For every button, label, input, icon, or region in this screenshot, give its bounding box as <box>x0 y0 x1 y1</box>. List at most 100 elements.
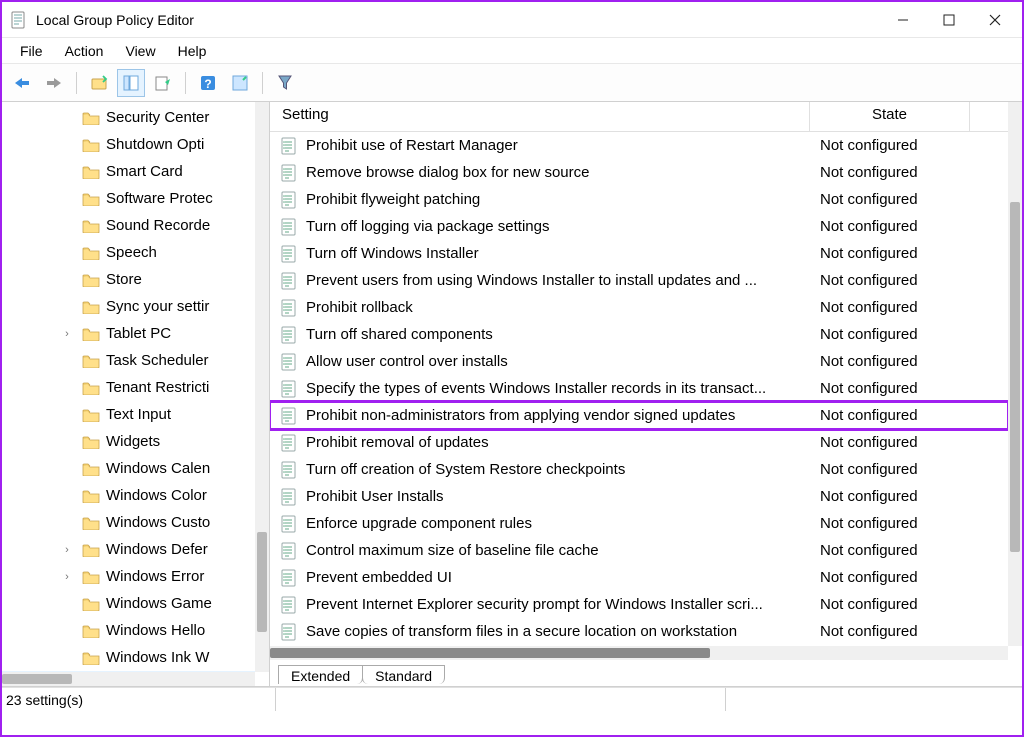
setting-row[interactable]: Prohibit non-administrators from applyin… <box>270 402 1008 429</box>
setting-row[interactable]: Prohibit rollbackNot configured <box>270 294 1008 321</box>
export-button[interactable] <box>149 69 177 97</box>
tree-item[interactable]: Windows Ink W <box>2 644 255 671</box>
setting-row[interactable]: Specify the types of events Windows Inst… <box>270 375 1008 402</box>
folder-icon <box>82 273 100 287</box>
setting-row[interactable]: Control maximum size of baseline file ca… <box>270 537 1008 564</box>
setting-icon <box>280 407 298 425</box>
folder-icon <box>82 435 100 449</box>
filter-button[interactable] <box>271 69 299 97</box>
state-label: Not configured <box>816 164 976 181</box>
settings-list[interactable]: Prohibit use of Restart ManagerNot confi… <box>270 132 1008 646</box>
setting-row[interactable]: Prevent embedded UINot configured <box>270 564 1008 591</box>
tree-item[interactable]: ›Windows Error <box>2 563 255 590</box>
setting-icon <box>280 488 298 506</box>
state-label: Not configured <box>816 299 976 316</box>
setting-icon <box>280 515 298 533</box>
setting-row[interactable]: Save copies of transform files in a secu… <box>270 618 1008 645</box>
tree-list[interactable]: Security CenterShutdown OptiSmart CardSo… <box>2 102 255 672</box>
setting-row[interactable]: Enforce upgrade component rulesNot confi… <box>270 510 1008 537</box>
folder-icon <box>82 165 100 179</box>
folder-icon <box>82 624 100 638</box>
setting-label: Remove browse dialog box for new source <box>306 164 816 181</box>
setting-row[interactable]: Prevent users from using Windows Install… <box>270 267 1008 294</box>
folder-icon <box>82 111 100 125</box>
minimize-button[interactable] <box>880 4 926 36</box>
setting-row[interactable]: Prevent Internet Explorer security promp… <box>270 591 1008 618</box>
up-button[interactable] <box>85 69 113 97</box>
tree-item[interactable]: Security Center <box>2 104 255 131</box>
expand-icon[interactable]: › <box>60 328 74 340</box>
tree-item[interactable]: Smart Card <box>2 158 255 185</box>
tree-item[interactable]: Text Input <box>2 401 255 428</box>
back-button[interactable] <box>8 69 36 97</box>
forward-button[interactable] <box>40 69 68 97</box>
scrollbar-thumb[interactable] <box>2 674 72 684</box>
scrollbar-thumb[interactable] <box>1010 202 1020 552</box>
tree-item[interactable]: Sync your settir <box>2 293 255 320</box>
setting-label: Save copies of transform files in a secu… <box>306 623 816 640</box>
help-button[interactable]: ? <box>194 69 222 97</box>
column-header-setting[interactable]: Setting <box>270 102 810 131</box>
folder-icon <box>82 543 100 557</box>
tree-item-label: Windows Game <box>106 595 212 612</box>
tree-item[interactable]: Sound Recorde <box>2 212 255 239</box>
scrollbar-thumb[interactable] <box>270 648 710 658</box>
tree-item[interactable]: Speech <box>2 239 255 266</box>
tree-item[interactable]: Windows Calen <box>2 455 255 482</box>
tree-item-label: Shutdown Opti <box>106 136 204 153</box>
tree-icon <box>122 74 140 92</box>
tree-item[interactable]: Store <box>2 266 255 293</box>
expand-icon[interactable]: › <box>60 571 74 583</box>
folder-icon <box>82 354 100 368</box>
properties-button[interactable] <box>226 69 254 97</box>
setting-row[interactable]: Turn off shared componentsNot configured <box>270 321 1008 348</box>
tree-item[interactable]: Widgets <box>2 428 255 455</box>
tree-item[interactable]: Software Protec <box>2 185 255 212</box>
tree-item[interactable]: Tenant Restricti <box>2 374 255 401</box>
menu-action[interactable]: Action <box>55 41 114 61</box>
column-header-state[interactable]: State <box>810 102 970 131</box>
tree-item[interactable]: ›Windows Defer <box>2 536 255 563</box>
setting-label: Prevent users from using Windows Install… <box>306 272 816 289</box>
tree-toggle-button[interactable] <box>117 69 145 97</box>
details-pane: Setting State Prohibit use of Restart Ma… <box>270 102 1022 686</box>
toolbar-separator <box>76 72 77 94</box>
menu-view[interactable]: View <box>115 41 165 61</box>
tree-item[interactable]: Windows Hello <box>2 617 255 644</box>
menu-help[interactable]: Help <box>168 41 217 61</box>
statusbar: 23 setting(s) <box>2 687 1022 711</box>
tree-item[interactable]: Task Scheduler <box>2 347 255 374</box>
menu-file[interactable]: File <box>10 41 53 61</box>
tree-item[interactable]: Shutdown Opti <box>2 131 255 158</box>
setting-row[interactable]: Turn off creation of System Restore chec… <box>270 456 1008 483</box>
setting-icon <box>280 434 298 452</box>
setting-row[interactable]: Turn off Windows InstallerNot configured <box>270 240 1008 267</box>
tab-standard[interactable]: Standard <box>362 665 445 684</box>
tree-horizontal-scrollbar[interactable] <box>2 672 255 686</box>
setting-row[interactable]: Prohibit User InstallsNot configured <box>270 483 1008 510</box>
expand-icon[interactable]: › <box>60 544 74 556</box>
tree-item[interactable]: Windows Custo <box>2 509 255 536</box>
details-horizontal-scrollbar[interactable] <box>270 646 1008 660</box>
setting-row[interactable]: Prohibit use of Restart ManagerNot confi… <box>270 132 1008 159</box>
tree-item[interactable]: Windows Game <box>2 590 255 617</box>
details-vertical-scrollbar[interactable] <box>1008 102 1022 646</box>
close-button[interactable] <box>972 4 1018 36</box>
setting-row[interactable]: Remove browse dialog box for new sourceN… <box>270 159 1008 186</box>
tree-item[interactable]: ›Tablet PC <box>2 320 255 347</box>
maximize-button[interactable] <box>926 4 972 36</box>
setting-row[interactable]: Prohibit flyweight patchingNot configure… <box>270 186 1008 213</box>
tree-item[interactable]: Windows Color <box>2 482 255 509</box>
tree-item-label: Task Scheduler <box>106 352 209 369</box>
setting-row[interactable]: Turn off logging via package settingsNot… <box>270 213 1008 240</box>
tree-vertical-scrollbar[interactable] <box>255 102 269 672</box>
folder-up-icon <box>90 74 108 92</box>
setting-row[interactable]: Allow user control over installsNot conf… <box>270 348 1008 375</box>
setting-label: Prohibit use of Restart Manager <box>306 137 816 154</box>
tab-extended[interactable]: Extended <box>278 665 363 684</box>
setting-icon <box>280 218 298 236</box>
svg-text:?: ? <box>204 77 211 91</box>
setting-row[interactable]: Prohibit removal of updatesNot configure… <box>270 429 1008 456</box>
tree-item-label: Sync your settir <box>106 298 209 315</box>
scrollbar-thumb[interactable] <box>257 532 267 632</box>
